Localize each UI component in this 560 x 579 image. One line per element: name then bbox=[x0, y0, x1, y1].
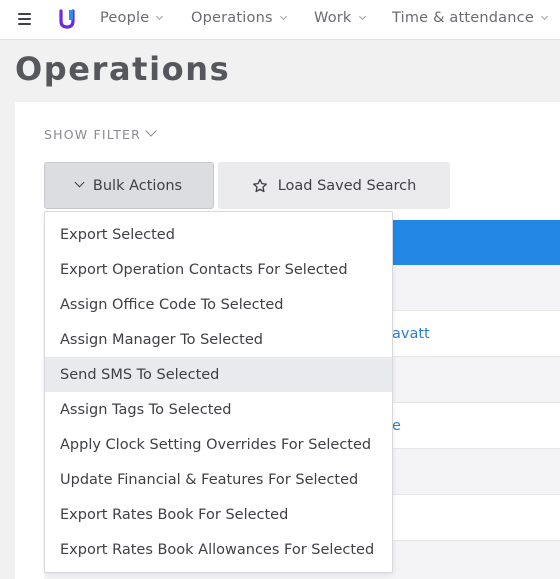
nav-item-time-attendance[interactable]: Time & attendance bbox=[392, 10, 548, 30]
nav-item-operations[interactable]: Operations bbox=[191, 10, 287, 30]
nav-item-label: Work bbox=[314, 10, 352, 26]
chevron-down-icon bbox=[279, 12, 287, 21]
nav-item-label: Time & attendance bbox=[392, 10, 534, 26]
table-cell-link[interactable]: avatt bbox=[392, 326, 430, 342]
menu-item-assign-tags[interactable]: Assign Tags To Selected bbox=[45, 392, 392, 427]
nav-item-label: Operations bbox=[191, 10, 273, 26]
bulk-actions-label: Bulk Actions bbox=[92, 177, 183, 194]
show-filter-toggle[interactable]: SHOW FILTER bbox=[44, 125, 157, 142]
nav-item-work[interactable]: Work bbox=[314, 10, 366, 30]
nav-item-people[interactable]: People bbox=[100, 10, 164, 30]
bulk-actions-menu: Export Selected Export Operation Contact… bbox=[44, 211, 393, 573]
top-nav: People Operations Work Time & attendance bbox=[0, 0, 560, 40]
menu-item-update-financial-features[interactable]: Update Financial & Features For Selected bbox=[45, 462, 392, 497]
table-cell-link[interactable]: e bbox=[392, 418, 401, 434]
chevron-down-icon bbox=[156, 12, 164, 21]
menu-item-export-operation-contacts[interactable]: Export Operation Contacts For Selected bbox=[45, 252, 392, 287]
show-filter-label: SHOW FILTER bbox=[44, 127, 142, 142]
nav-item-label: People bbox=[100, 10, 150, 26]
menu-item-export-rates-book-allowances[interactable]: Export Rates Book Allowances For Selecte… bbox=[45, 532, 392, 567]
menu-item-assign-office-code[interactable]: Assign Office Code To Selected bbox=[45, 287, 392, 322]
menu-item-export-selected[interactable]: Export Selected bbox=[45, 217, 392, 252]
menu-item-export-rates-book[interactable]: Export Rates Book For Selected bbox=[45, 497, 392, 532]
menu-item-assign-manager[interactable]: Assign Manager To Selected bbox=[45, 322, 392, 357]
brand-logo-icon[interactable] bbox=[58, 8, 76, 30]
load-saved-search-label: Load Saved Search bbox=[277, 177, 417, 194]
chevron-down-icon bbox=[358, 12, 366, 21]
chevron-down-icon bbox=[145, 125, 157, 137]
chevron-down-icon bbox=[540, 12, 548, 21]
chevron-down-icon bbox=[74, 177, 85, 188]
load-saved-search-button[interactable]: Load Saved Search bbox=[218, 162, 450, 209]
page-title: Operations bbox=[15, 50, 231, 88]
menu-item-send-sms[interactable]: Send SMS To Selected bbox=[45, 357, 392, 392]
menu-icon[interactable] bbox=[18, 13, 31, 25]
star-icon bbox=[252, 178, 267, 192]
bulk-actions-button[interactable]: Bulk Actions bbox=[44, 162, 214, 209]
menu-item-apply-clock-overrides[interactable]: Apply Clock Setting Overrides For Select… bbox=[45, 427, 392, 462]
